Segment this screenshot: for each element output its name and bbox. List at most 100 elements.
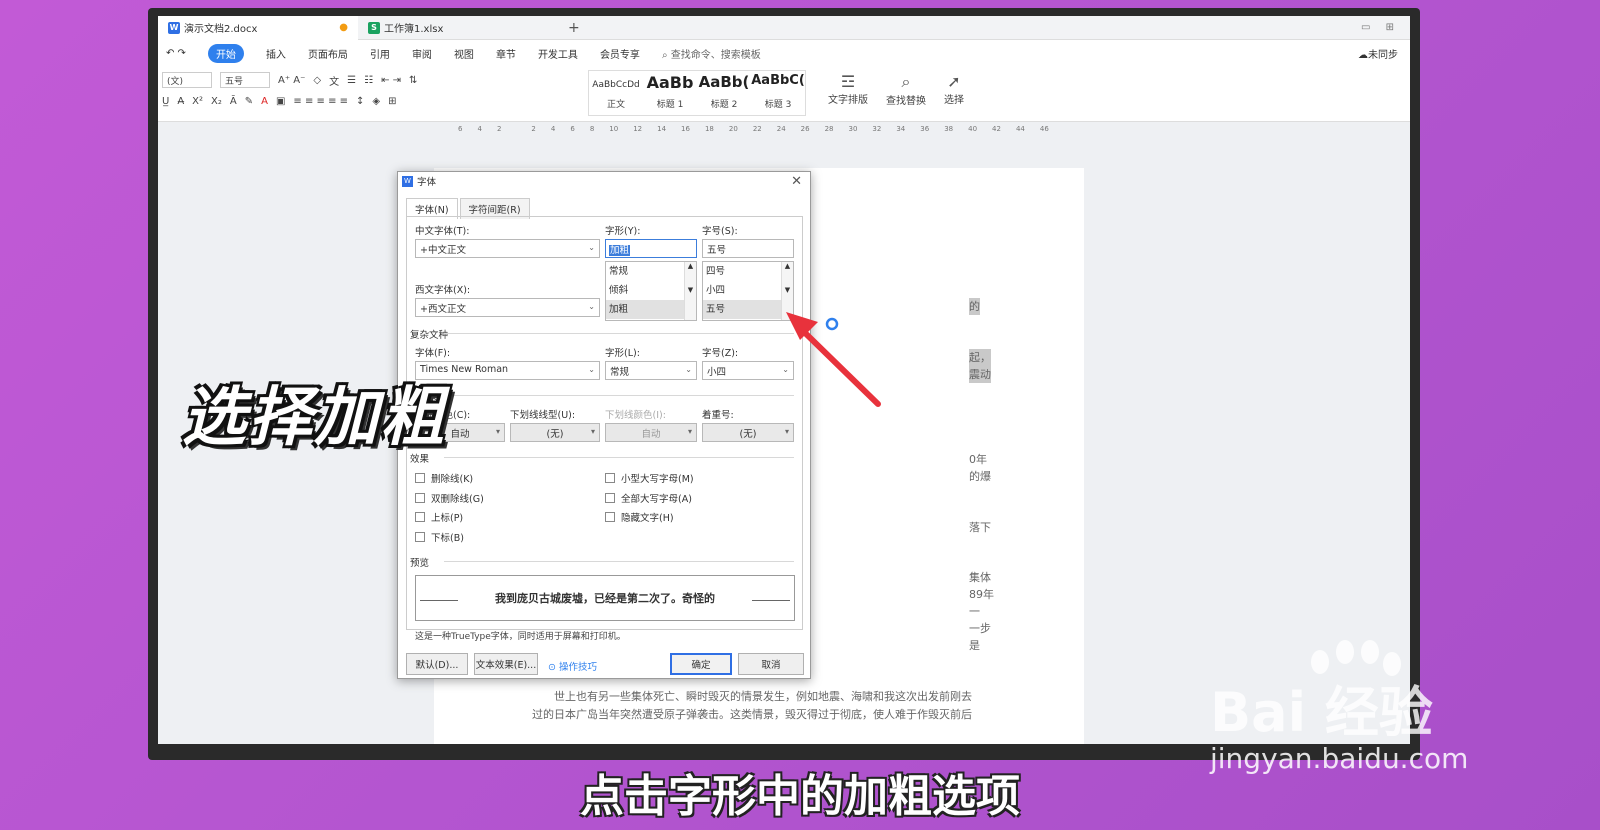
select-button[interactable]: ➚ 选择 — [944, 72, 964, 107]
style-input[interactable]: 加粗 — [605, 239, 697, 258]
size-input[interactable]: 五号 — [702, 239, 794, 258]
select-label: 选择 — [944, 95, 964, 106]
ruler-tick: 6 — [570, 125, 575, 133]
size-option-5[interactable]: 五号 — [703, 300, 793, 319]
style-heading-3[interactable]: AaBbC( 标题 3 — [751, 71, 805, 115]
font-name-select[interactable]: (文) — [162, 72, 212, 88]
style-heading-1-name: 标题 1 — [656, 100, 684, 110]
page-text-r1: 的 — [969, 298, 980, 315]
number-list-icon[interactable]: ☷ — [364, 75, 373, 86]
style-option-regular[interactable]: 常规 — [606, 262, 696, 281]
menu-home[interactable]: 开始 — [207, 43, 244, 63]
bullet-list-icon[interactable]: ☰ — [347, 75, 356, 86]
font-size-select[interactable]: 五号 — [220, 72, 270, 88]
double-strike-checkbox[interactable]: 双删除线(G) — [415, 491, 484, 505]
preview-line-left — [420, 600, 458, 601]
subscript-checkbox[interactable]: 下标(B) — [415, 530, 464, 544]
menu-layout[interactable]: 页面布局 — [308, 46, 348, 61]
menu-reference[interactable]: 引用 — [370, 46, 390, 61]
ruler-tick: 44 — [1015, 125, 1025, 133]
cancel-button[interactable]: 取消 — [738, 653, 804, 675]
style-heading-1[interactable]: AaBb 标题 1 — [643, 71, 697, 115]
size-option-4[interactable]: 四号 — [703, 262, 793, 281]
size-listbox[interactable]: 四号 小四 五号 ▲ ▼ — [702, 261, 794, 321]
subscript-icon[interactable]: X₂ — [211, 96, 222, 107]
ruler-tick: 32 — [872, 125, 882, 133]
text-layout-button[interactable]: ☲ 文字排版 — [828, 72, 868, 107]
ruler-tick: 42 — [992, 125, 1001, 133]
complex-section-title: 复杂文种 — [410, 327, 795, 341]
menu-insert[interactable]: 插入 — [266, 46, 286, 61]
text-effect-icon[interactable]: Ā — [230, 96, 237, 107]
line-spacing-icon[interactable]: ↕ — [356, 96, 364, 107]
underline-style-select[interactable]: (无) ▾ — [510, 423, 600, 442]
new-tab-plus-icon[interactable]: + — [558, 20, 590, 36]
hidden-text-checkbox[interactable]: 隐藏文字(H) — [605, 510, 674, 524]
small-caps-checkbox[interactable]: 小型大写字母(M) — [605, 471, 694, 485]
all-caps-checkbox[interactable]: 全部大写字母(A) — [605, 491, 692, 505]
menu-view[interactable]: 视图 — [454, 46, 474, 61]
style-option-italic[interactable]: 倾斜 — [606, 281, 696, 300]
window-layout-icons[interactable]: ▭ ⊞ — [1361, 22, 1410, 33]
style-list-scrollbar[interactable]: ▲ ▼ — [684, 262, 696, 320]
menu-review[interactable]: 审阅 — [412, 46, 432, 61]
char-border-icon[interactable]: ▣ — [276, 96, 285, 107]
ribbon-row-2: U̲ A̶ X² X₂ Ā ✎ A ▣ ≡ ≡ ≡ ≡ ≡ ↕ ◈ ⊞ — [162, 96, 397, 107]
menu-member[interactable]: 会员专享 — [600, 46, 640, 61]
horizontal-ruler[interactable]: 6 4 2 2 4 6 8 10 12 14 16 18 20 22 24 26 28 30 32 34 36 38 40 4… — [158, 122, 1410, 136]
dialog-title-bar: W 字体 ✕ — [398, 172, 810, 190]
style-heading-2[interactable]: AaBb( 标题 2 — [697, 71, 751, 115]
checkbox-box — [415, 473, 425, 483]
style-heading-3-sample: AaBbC( — [751, 73, 805, 88]
sort-icon[interactable]: ⇅ — [409, 75, 417, 86]
ruler-tick: 46 — [1039, 125, 1049, 133]
cn-font-select[interactable]: +中文正文 ⌄ — [415, 239, 600, 258]
undo-redo-icons[interactable]: ↶ ↷ — [166, 48, 186, 59]
style-listbox[interactable]: 常规 倾斜 加粗 ▲ ▼ — [605, 261, 697, 321]
menu-developer[interactable]: 开发工具 — [538, 46, 578, 61]
underline-icon[interactable]: U̲ — [162, 96, 169, 107]
tab-xlsx[interactable]: S 工作簿1.xlsx — [358, 16, 558, 40]
size-list-scrollbar[interactable]: ▲ ▼ — [781, 262, 793, 320]
command-search[interactable]: ⌕ 查找命令、搜索模板 — [662, 46, 761, 61]
highlight-icon[interactable]: ✎ — [245, 96, 253, 107]
strikethrough-checkbox[interactable]: 删除线(K) — [415, 471, 473, 485]
superscript-checkbox[interactable]: 上标(P) — [415, 510, 463, 524]
chevron-down-icon: ⌄ — [685, 365, 692, 374]
default-button[interactable]: 默认(D)... — [406, 653, 468, 675]
borders-icon[interactable]: ⊞ — [388, 96, 396, 107]
checkbox-box — [605, 512, 615, 522]
close-icon[interactable]: ✕ — [791, 174, 802, 189]
find-replace-button[interactable]: ⌕ 查找替换 — [886, 72, 926, 107]
style-option-bold[interactable]: 加粗 — [606, 300, 696, 319]
align-icons[interactable]: ≡ ≡ ≡ ≡ ≡ — [293, 96, 348, 107]
cn-font-value: +中文正文 — [420, 245, 466, 256]
style-heading-2-sample: AaBb( — [698, 73, 750, 91]
indent-icons[interactable]: ⇤ ⇥ — [381, 75, 401, 86]
tab-docx[interactable]: W 演示文档2.docx ● — [158, 16, 358, 40]
grow-shrink-font-icons[interactable]: A⁺ A⁻ — [278, 75, 305, 86]
clear-format-icon[interactable]: ◇ — [313, 75, 321, 86]
tips-link[interactable]: ⊙ 操作技巧 — [548, 659, 597, 673]
west-font-label: 西文字体(X): — [415, 285, 471, 296]
west-font-select[interactable]: +西文正文 ⌄ — [415, 298, 600, 317]
double-strike-label: 双删除线(G) — [431, 494, 484, 505]
pointer-icon: ➚ — [947, 72, 961, 91]
checkbox-box — [605, 493, 615, 503]
size-option-small4[interactable]: 小四 — [703, 281, 793, 300]
emphasis-select[interactable]: (无) ▾ — [702, 423, 794, 442]
complex-size-select[interactable]: 小四 ⌄ — [702, 361, 794, 380]
ok-button[interactable]: 确定 — [670, 653, 732, 675]
ribbon-right-tools: ☲ 文字排版 ⌕ 查找替换 ➚ 选择 — [828, 72, 964, 107]
menu-section[interactable]: 章节 — [496, 46, 516, 61]
superscript-icon[interactable]: X² — [192, 96, 203, 107]
text-effects-button[interactable]: 文本效果(E)... — [474, 653, 538, 675]
strike-icon[interactable]: A̶ — [177, 96, 184, 107]
style-heading-3-name: 标题 3 — [764, 100, 792, 110]
pinyin-icon[interactable]: 文 — [329, 73, 339, 88]
shading-icon[interactable]: ◈ — [372, 96, 380, 107]
style-normal[interactable]: AaBbCcDd 正文 — [589, 71, 643, 115]
font-color-icon[interactable]: A — [261, 96, 268, 107]
complex-style-select[interactable]: 常规 ⌄ — [605, 361, 697, 380]
sync-status[interactable]: ☁未同步 — [1358, 46, 1410, 61]
